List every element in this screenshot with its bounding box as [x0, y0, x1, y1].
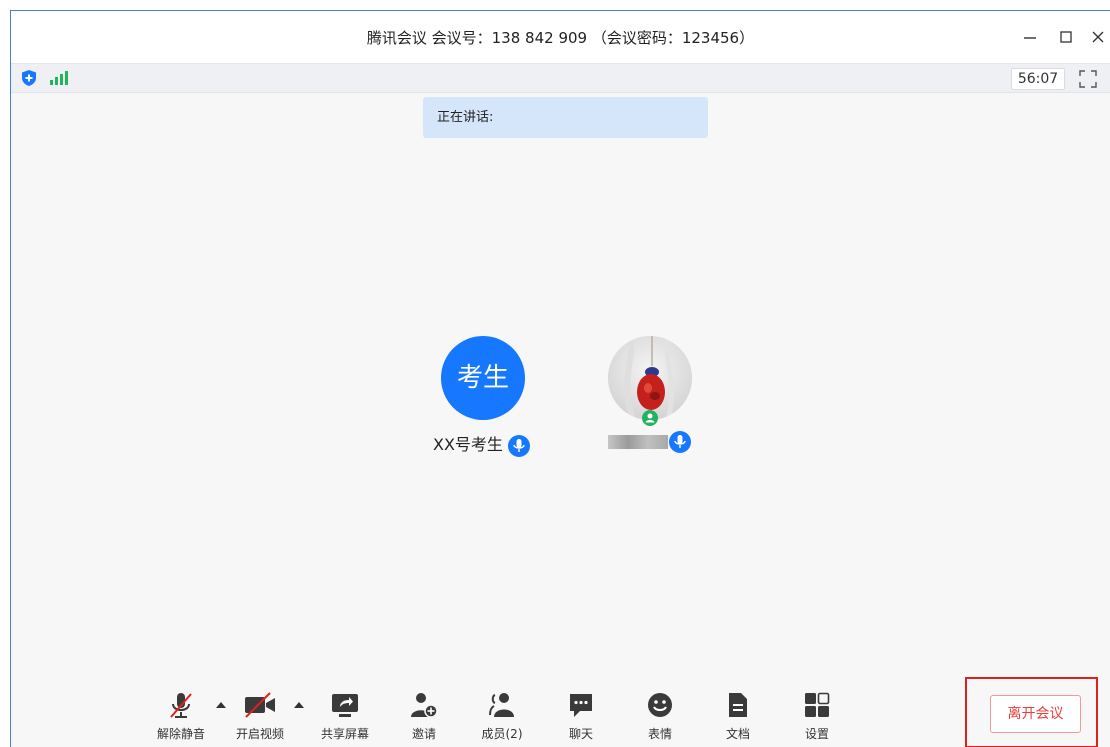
- participant-name: XX号考生: [433, 431, 531, 457]
- share-screen-button[interactable]: 共享屏幕: [315, 691, 375, 742]
- mic-icon: [508, 434, 531, 457]
- invite-button[interactable]: 邀请: [394, 691, 454, 742]
- minimize-button[interactable]: [1021, 29, 1039, 47]
- maximize-button[interactable]: [1057, 29, 1075, 47]
- unmute-label: 解除静音: [156, 727, 205, 741]
- avatar: [608, 336, 692, 420]
- settings-button[interactable]: 设置: [787, 691, 847, 742]
- signal-icon[interactable]: [49, 71, 69, 85]
- members-icon: [489, 693, 514, 717]
- start-video-label: 开启视频: [235, 727, 284, 741]
- members-label: 成员(2): [481, 727, 523, 741]
- participant-tile[interactable]: 考生: [441, 336, 525, 420]
- title-bar: 腾讯会议 会议号：138 842 909 （会议密码：123456）: [11, 11, 1110, 63]
- mic-muted-icon: [170, 693, 192, 718]
- speaking-indicator: 正在讲话:: [423, 97, 708, 138]
- reactions-button[interactable]: 表情: [630, 691, 690, 742]
- share-screen-label: 共享屏幕: [320, 727, 369, 741]
- avatar: 考生: [441, 336, 525, 420]
- video-off-icon: [245, 692, 275, 718]
- share-screen-icon: [332, 694, 358, 717]
- audio-options-caret-icon[interactable]: [216, 701, 226, 709]
- meeting-window: 腾讯会议 会议号：138 842 909 （会议密码：123456） 56:07…: [10, 10, 1110, 747]
- chat-icon: [570, 694, 592, 717]
- invite-label: 邀请: [411, 727, 436, 741]
- reactions-label: 表情: [647, 727, 672, 741]
- settings-label: 设置: [804, 727, 829, 741]
- participant-name-text: XX号考生: [433, 435, 503, 454]
- mic-icon: [669, 431, 691, 453]
- minimize-icon: [1024, 37, 1036, 39]
- emoji-icon: [648, 693, 672, 717]
- maximize-icon: [1060, 31, 1072, 43]
- participant-tile[interactable]: [608, 336, 692, 426]
- close-icon: [1092, 31, 1104, 43]
- participant-name-blurred: [608, 435, 668, 449]
- members-button[interactable]: 成员(2): [472, 691, 532, 742]
- meeting-timer: 56:07: [1011, 68, 1065, 90]
- settings-icon: [805, 692, 830, 717]
- documents-label: 文档: [725, 727, 750, 741]
- start-video-button[interactable]: 开启视频: [230, 691, 290, 742]
- status-bar: 56:07: [11, 63, 1110, 93]
- video-options-caret-icon[interactable]: [294, 701, 304, 709]
- window-title: 腾讯会议 会议号：138 842 909 （会议密码：123456）: [366, 29, 755, 47]
- shield-icon[interactable]: [22, 70, 36, 86]
- avatar-photo-image: [608, 336, 692, 420]
- bottom-toolbar: 解除静音 开启视频 共享屏幕 邀请 成员(2) 聊天 表情 文档 设置: [11, 683, 1110, 747]
- close-button[interactable]: [1089, 29, 1107, 47]
- chat-button[interactable]: 聊天: [551, 691, 611, 742]
- fullscreen-icon[interactable]: [1079, 70, 1097, 88]
- chat-label: 聊天: [568, 727, 593, 741]
- documents-button[interactable]: 文档: [708, 691, 768, 742]
- leave-meeting-button[interactable]: 离开会议: [990, 695, 1081, 733]
- document-icon: [729, 693, 747, 717]
- host-badge-icon: [642, 410, 658, 426]
- unmute-button[interactable]: 解除静音: [151, 691, 211, 742]
- invite-icon: [411, 693, 438, 718]
